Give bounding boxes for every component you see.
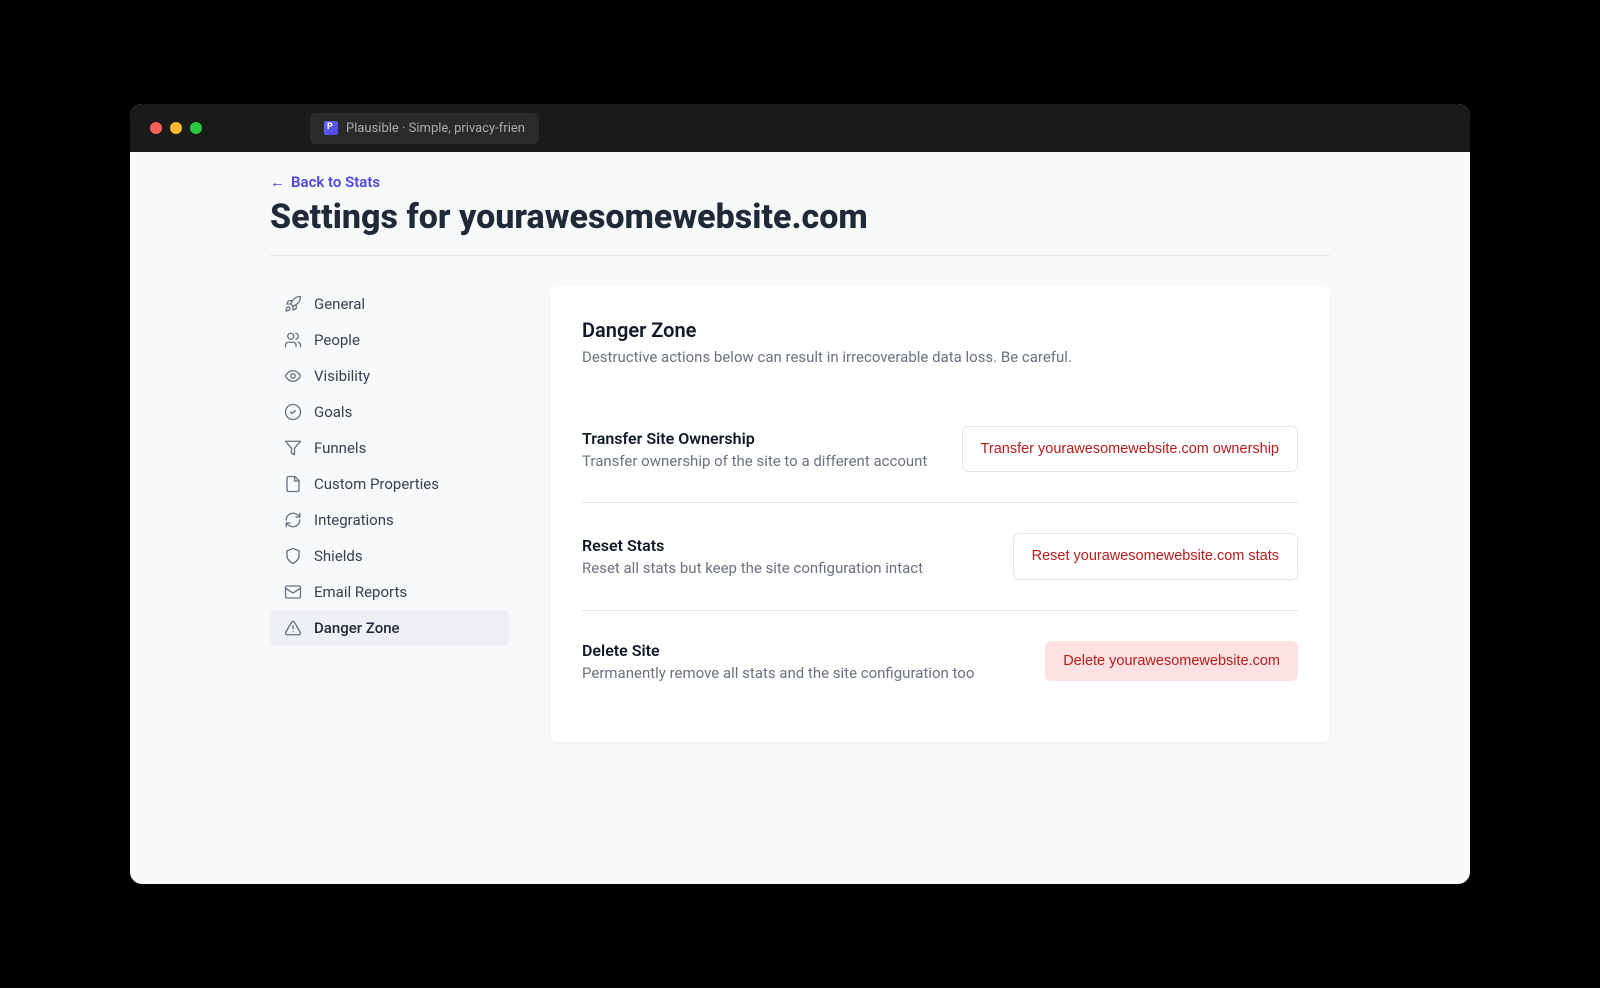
row-title: Delete Site <box>582 641 974 660</box>
plausible-favicon-icon <box>324 121 338 135</box>
sidebar-item-label: Funnels <box>314 439 366 457</box>
sidebar-item-email-reports[interactable]: Email Reports <box>270 574 510 610</box>
sidebar-item-label: Goals <box>314 403 352 421</box>
sidebar-item-label: Danger Zone <box>314 619 400 637</box>
titlebar: Plausible · Simple, privacy-frien <box>130 104 1470 152</box>
transfer-ownership-row: Transfer Site Ownership Transfer ownersh… <box>582 406 1298 492</box>
warning-icon <box>284 619 302 637</box>
transfer-ownership-button[interactable]: Transfer yourawesomewebsite.com ownershi… <box>962 426 1298 472</box>
delete-site-button[interactable]: Delete yourawesomewebsite.com <box>1045 641 1298 681</box>
sidebar-item-label: Shields <box>314 547 363 565</box>
section-subtitle: Destructive actions below can result in … <box>582 348 1298 366</box>
sidebar-item-label: Visibility <box>314 367 370 385</box>
sidebar-item-label: Integrations <box>314 511 394 529</box>
app-window: Plausible · Simple, privacy-frien ← Back… <box>130 104 1470 884</box>
sidebar-item-label: Email Reports <box>314 583 407 601</box>
settings-sidebar: General People Visibility Goals <box>270 286 510 646</box>
sidebar-item-general[interactable]: General <box>270 286 510 322</box>
browser-tab[interactable]: Plausible · Simple, privacy-frien <box>310 113 539 144</box>
tab-title: Plausible · Simple, privacy-frien <box>346 121 525 136</box>
sidebar-item-danger-zone[interactable]: Danger Zone <box>270 610 510 646</box>
delete-site-row: Delete Site Permanently remove all stats… <box>582 610 1298 702</box>
sidebar-item-integrations[interactable]: Integrations <box>270 502 510 538</box>
reset-stats-button[interactable]: Reset yourawesomewebsite.com stats <box>1013 533 1298 579</box>
content-area: ← Back to Stats Settings for yourawesome… <box>130 152 1470 884</box>
sidebar-item-funnels[interactable]: Funnels <box>270 430 510 466</box>
window-minimize-button[interactable] <box>170 122 182 134</box>
back-to-stats-link[interactable]: ← Back to Stats <box>270 173 380 191</box>
window-maximize-button[interactable] <box>190 122 202 134</box>
eye-icon <box>284 367 302 385</box>
sidebar-item-shields[interactable]: Shields <box>270 538 510 574</box>
sidebar-item-people[interactable]: People <box>270 322 510 358</box>
traffic-lights <box>150 122 202 134</box>
reset-stats-row: Reset Stats Reset all stats but keep the… <box>582 502 1298 599</box>
sidebar-item-label: People <box>314 331 360 349</box>
row-desc: Permanently remove all stats and the sit… <box>582 664 974 682</box>
row-desc: Reset all stats but keep the site config… <box>582 559 923 577</box>
rocket-icon <box>284 295 302 313</box>
window-close-button[interactable] <box>150 122 162 134</box>
row-title: Reset Stats <box>582 536 923 555</box>
refresh-icon <box>284 511 302 529</box>
document-icon <box>284 475 302 493</box>
people-icon <box>284 331 302 349</box>
sidebar-item-custom-properties[interactable]: Custom Properties <box>270 466 510 502</box>
mail-icon <box>284 583 302 601</box>
arrow-left-icon: ← <box>270 173 285 191</box>
page-title: Settings for yourawesomewebsite.com <box>270 197 1330 237</box>
shield-icon <box>284 547 302 565</box>
funnel-icon <box>284 439 302 457</box>
sidebar-item-label: Custom Properties <box>314 475 439 493</box>
sidebar-item-visibility[interactable]: Visibility <box>270 358 510 394</box>
back-link-label: Back to Stats <box>291 173 380 191</box>
row-desc: Transfer ownership of the site to a diff… <box>582 452 927 470</box>
sidebar-item-label: General <box>314 295 365 313</box>
header-divider <box>270 255 1330 256</box>
row-title: Transfer Site Ownership <box>582 429 927 448</box>
section-title: Danger Zone <box>582 318 1298 342</box>
danger-zone-card: Danger Zone Destructive actions below ca… <box>550 286 1330 742</box>
check-circle-icon <box>284 403 302 421</box>
sidebar-item-goals[interactable]: Goals <box>270 394 510 430</box>
